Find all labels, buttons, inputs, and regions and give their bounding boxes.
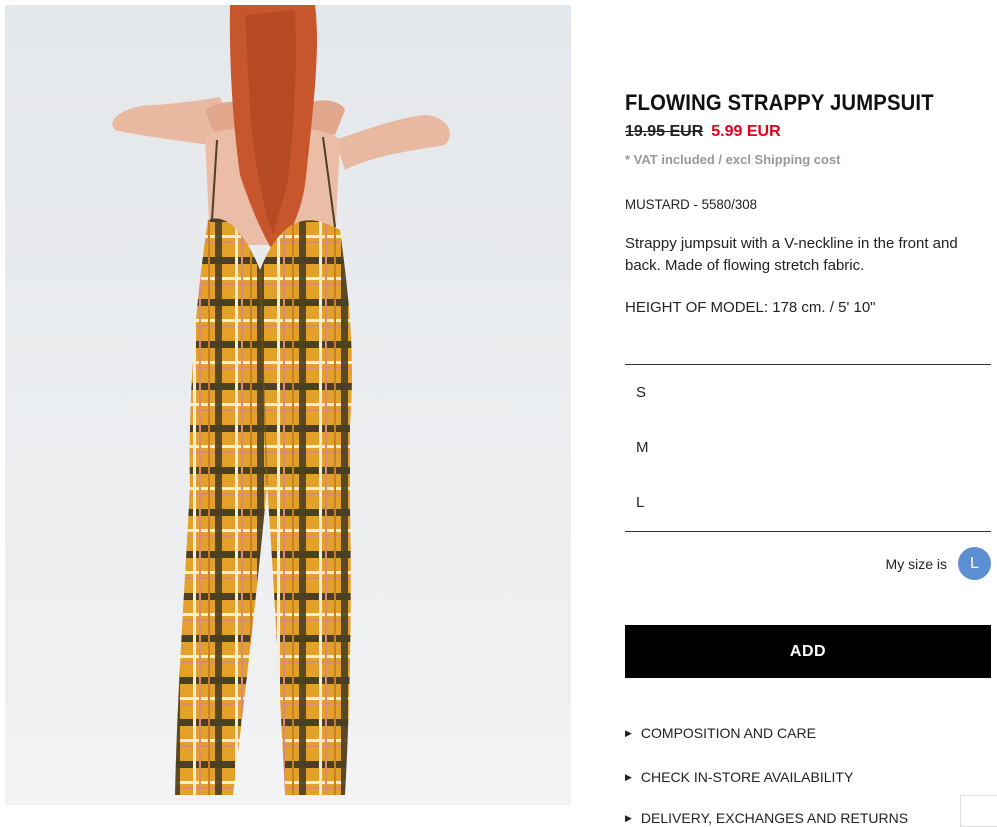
my-size-badge[interactable]: L: [958, 547, 991, 580]
product-image[interactable]: [5, 5, 571, 805]
product-title: FLOWING STRAPPY JUMPSUIT: [625, 90, 934, 115]
model-illustration: [5, 5, 571, 805]
composition-care-link[interactable]: ▶ COMPOSITION AND CARE: [625, 725, 816, 741]
size-option-s[interactable]: S: [625, 365, 991, 420]
size-option-m[interactable]: M: [625, 420, 991, 475]
link-label: COMPOSITION AND CARE: [640, 725, 816, 741]
my-size-widget: My size is L: [886, 547, 991, 580]
sale-price: 5.99 EUR: [711, 123, 781, 140]
color-reference: MUSTARD - 5580/308: [625, 196, 758, 212]
product-description: Strappy jumpsuit with a V-neckline in th…: [625, 235, 958, 274]
link-label: DELIVERY, EXCHANGES AND RETURNS: [640, 810, 909, 826]
store-availability-link[interactable]: ▶ CHECK IN-STORE AVAILABILITY: [625, 769, 853, 785]
model-height: HEIGHT OF MODEL: 178 cm. / 5' 10": [625, 299, 876, 316]
caret-right-icon: ▶: [625, 728, 632, 738]
size-option-l[interactable]: L: [625, 475, 991, 530]
link-label: CHECK IN-STORE AVAILABILITY: [640, 769, 854, 785]
chat-widget-tab[interactable]: [960, 795, 997, 827]
my-size-label: My size is: [885, 555, 947, 572]
size-selector: S M L: [625, 364, 991, 532]
price-block: 19.95 EUR 5.99 EUR: [625, 123, 781, 141]
old-price: 19.95 EUR: [625, 123, 704, 140]
vat-note: * VAT included / excl Shipping cost: [625, 152, 841, 167]
delivery-returns-link[interactable]: ▶ DELIVERY, EXCHANGES AND RETURNS: [625, 810, 908, 826]
caret-right-icon: ▶: [625, 772, 632, 782]
add-to-cart-button[interactable]: ADD: [625, 625, 991, 678]
